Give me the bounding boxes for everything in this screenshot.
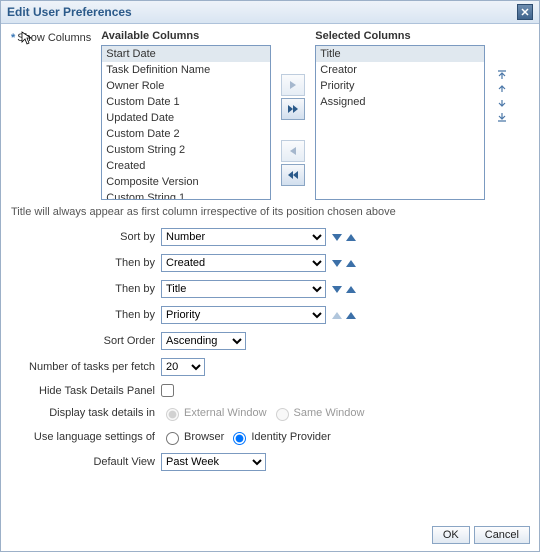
language-option[interactable]: Browser: [161, 429, 224, 445]
move-bottom-icon[interactable]: [495, 112, 509, 122]
show-columns-section: * Show Columns Available Columns Start D…: [11, 30, 529, 200]
then-by-label: Then by: [11, 283, 161, 295]
available-columns-listbox[interactable]: Start DateTask Definition NameOwner Role…: [101, 45, 271, 200]
sort-direction-up-icon[interactable]: [346, 286, 356, 293]
display-details-option: External Window: [161, 405, 267, 421]
sort-order-select[interactable]: Ascending: [161, 332, 246, 350]
move-top-icon[interactable]: [495, 70, 509, 80]
display-details-label: Display task details in: [11, 407, 161, 419]
language-option[interactable]: Identity Provider: [228, 429, 330, 445]
shuttle-buttons: [281, 30, 305, 186]
display-details-option: Same Window: [271, 405, 365, 421]
sort-direction-up-icon[interactable]: [346, 260, 356, 267]
dialog-titlebar: Edit User Preferences: [1, 1, 539, 24]
list-item[interactable]: Task Definition Name: [102, 62, 270, 78]
hide-details-label: Hide Task Details Panel: [11, 385, 161, 397]
list-item[interactable]: Composite Version: [102, 174, 270, 190]
list-item[interactable]: Start Date: [102, 46, 270, 62]
sort-direction-up-icon[interactable]: [346, 234, 356, 241]
sort-field-select[interactable]: Priority: [161, 306, 326, 324]
sort-field-select[interactable]: Created: [161, 254, 326, 272]
language-radio[interactable]: [166, 432, 179, 445]
dialog-footer: OK Cancel: [432, 526, 530, 544]
then-by-label: Then by: [11, 257, 161, 269]
required-marker: *: [11, 32, 15, 44]
list-item[interactable]: Custom String 1: [102, 190, 270, 200]
available-columns-header: Available Columns: [101, 30, 271, 42]
move-down-icon[interactable]: [495, 98, 509, 108]
tasks-per-fetch-select[interactable]: 20: [161, 358, 205, 376]
sort-direction-down-icon[interactable]: [332, 234, 342, 241]
ok-button[interactable]: OK: [432, 526, 470, 544]
language-settings-radios: BrowserIdentity Provider: [161, 429, 331, 445]
columns-note: Title will always appear as first column…: [11, 206, 529, 218]
list-item[interactable]: Owner Role: [102, 78, 270, 94]
list-item[interactable]: Priority: [316, 78, 484, 94]
language-settings-label: Use language settings of: [11, 431, 161, 443]
default-view-select[interactable]: Past Week: [161, 453, 266, 471]
hide-details-checkbox[interactable]: [161, 384, 174, 397]
move-all-right-button[interactable]: [281, 98, 305, 120]
sort-direction-up-icon[interactable]: [346, 312, 356, 319]
selected-columns-listbox[interactable]: TitleCreatorPriorityAssigned: [315, 45, 485, 200]
selected-columns-header: Selected Columns: [315, 30, 485, 42]
list-item[interactable]: Custom Date 2: [102, 126, 270, 142]
list-item[interactable]: Assigned: [316, 94, 484, 110]
then-by-label: Then by: [11, 309, 161, 321]
list-item[interactable]: Created: [102, 158, 270, 174]
list-item[interactable]: Updated Date: [102, 110, 270, 126]
sort-order-label: Sort Order: [11, 335, 161, 347]
sort-direction-down-icon: [332, 312, 342, 319]
language-radio[interactable]: [233, 432, 246, 445]
cancel-button[interactable]: Cancel: [474, 526, 530, 544]
reorder-buttons: [495, 30, 509, 122]
default-view-label: Default View: [11, 456, 161, 468]
list-item[interactable]: Custom String 2: [102, 142, 270, 158]
tasks-per-fetch-label: Number of tasks per fetch: [11, 361, 161, 373]
list-item[interactable]: Custom Date 1: [102, 94, 270, 110]
move-all-left-button[interactable]: [281, 164, 305, 186]
list-item[interactable]: Creator: [316, 62, 484, 78]
sort-by-label: Sort by: [11, 231, 161, 243]
cursor-icon: [21, 31, 33, 43]
list-item[interactable]: Title: [316, 46, 484, 62]
sort-direction-down-icon[interactable]: [332, 286, 342, 293]
close-icon[interactable]: [517, 4, 533, 20]
move-right-button[interactable]: [281, 74, 305, 96]
move-left-button[interactable]: [281, 140, 305, 162]
dialog-title: Edit User Preferences: [7, 5, 132, 19]
move-up-icon[interactable]: [495, 84, 509, 94]
sort-direction-down-icon[interactable]: [332, 260, 342, 267]
sort-field-select[interactable]: Title: [161, 280, 326, 298]
sort-field-select[interactable]: Number: [161, 228, 326, 246]
display-details-radios: External WindowSame Window: [161, 405, 364, 421]
